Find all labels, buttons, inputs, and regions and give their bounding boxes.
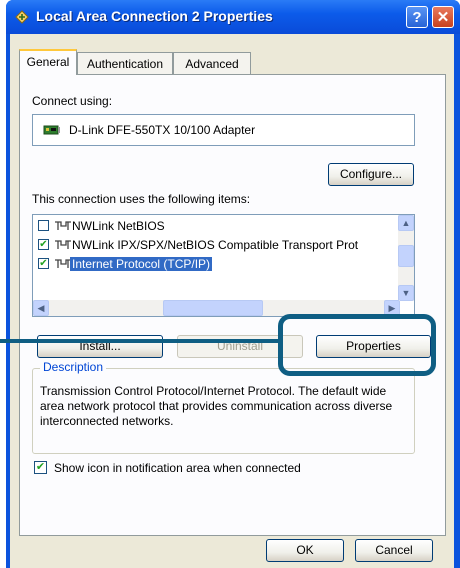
tab-label: Authentication bbox=[86, 57, 164, 71]
configure-button[interactable]: Configure... bbox=[328, 163, 414, 186]
network-component-icon bbox=[55, 221, 71, 230]
scroll-left-icon[interactable]: ◀ bbox=[33, 300, 49, 316]
list-item[interactable]: NWLink NetBIOS bbox=[36, 217, 406, 236]
scroll-down-icon[interactable]: ▼ bbox=[398, 285, 414, 301]
window-title: Local Area Connection 2 Properties bbox=[36, 8, 273, 24]
item-label: Internet Protocol (TCP/IP) bbox=[70, 257, 213, 271]
adapter-name: D-Link DFE-550TX 10/100 Adapter bbox=[69, 123, 256, 137]
dialog-client-area: General Authentication Advanced Connect … bbox=[10, 34, 454, 568]
description-text: Transmission Control Protocol/Internet P… bbox=[40, 384, 393, 428]
scroll-up-icon[interactable]: ▲ bbox=[398, 215, 414, 231]
tab-authentication[interactable]: Authentication bbox=[77, 52, 173, 74]
tab-label: Advanced bbox=[185, 57, 239, 71]
item-checkbox[interactable]: ✔ bbox=[38, 239, 49, 250]
item-checkbox[interactable]: ✔ bbox=[38, 258, 49, 269]
properties-window: Local Area Connection 2 Properties ? ✕ G… bbox=[6, 0, 460, 568]
item-checkbox[interactable] bbox=[38, 220, 49, 231]
close-button[interactable]: ✕ bbox=[432, 6, 454, 28]
callout-highlight bbox=[278, 314, 436, 376]
tab-advanced[interactable]: Advanced bbox=[173, 52, 251, 74]
network-card-icon bbox=[43, 125, 60, 135]
description-legend: Description bbox=[40, 360, 107, 374]
tab-general[interactable]: General bbox=[19, 49, 77, 75]
item-label: NWLink NetBIOS bbox=[72, 219, 165, 233]
scroll-thumb[interactable] bbox=[398, 245, 414, 267]
connect-using-label: Connect using: bbox=[32, 94, 113, 108]
ok-button[interactable]: OK bbox=[266, 539, 344, 562]
help-button[interactable]: ? bbox=[406, 6, 428, 28]
network-component-icon bbox=[55, 240, 71, 249]
items-label: This connection uses the following items… bbox=[32, 192, 251, 206]
vertical-scrollbar[interactable]: ▲ ▼ bbox=[398, 215, 414, 301]
item-label: NWLink IPX/SPX/NetBIOS Compatible Transp… bbox=[72, 238, 359, 252]
adapter-field: D-Link DFE-550TX 10/100 Adapter bbox=[32, 114, 415, 146]
list-item-selected[interactable]: ✔ Internet Protocol (TCP/IP) bbox=[36, 255, 406, 274]
horizontal-scroll-thumb[interactable] bbox=[163, 300, 263, 316]
network-connection-icon bbox=[15, 10, 29, 24]
callout-line bbox=[0, 339, 278, 343]
components-list[interactable]: NWLink NetBIOS ✔ NWLink IPX/SPX/NetBIOS … bbox=[32, 214, 415, 317]
title-bar[interactable]: Local Area Connection 2 Properties ? ✕ bbox=[6, 0, 460, 34]
list-item[interactable]: ✔ NWLink IPX/SPX/NetBIOS Compatible Tran… bbox=[36, 236, 406, 255]
cancel-button[interactable]: Cancel bbox=[355, 539, 433, 562]
show-icon-label[interactable]: Show icon in notification area when conn… bbox=[54, 461, 301, 475]
tab-label: General bbox=[26, 55, 70, 69]
show-icon-checkbox[interactable]: ✔ bbox=[34, 461, 47, 474]
